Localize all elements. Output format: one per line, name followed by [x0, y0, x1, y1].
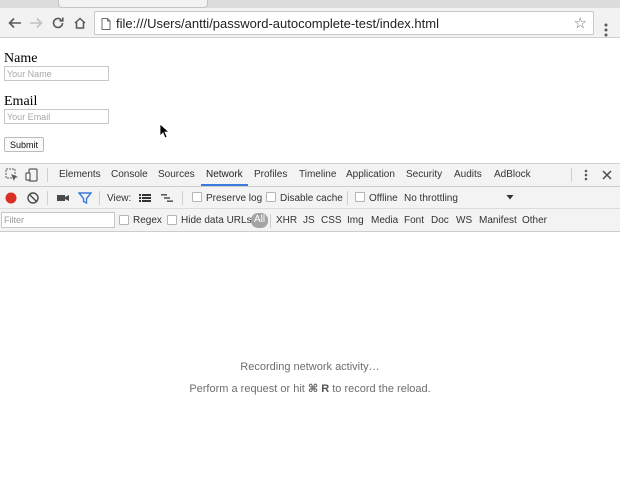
hide-data-urls-checkbox[interactable] [167, 215, 177, 225]
filter-type-manifest[interactable]: Manifest [479, 215, 517, 226]
tab-audits[interactable]: Audits [454, 169, 482, 180]
filter-type-xhr[interactable]: XHR [276, 215, 297, 226]
large-rows-icon[interactable] [138, 191, 152, 205]
network-toolbar: View: Preserve log Disable cache Offline… [0, 187, 620, 209]
forward-arrow-icon [30, 17, 43, 29]
toolbar-divider-2 [99, 191, 100, 205]
overview-waterfall-icon[interactable] [160, 191, 174, 205]
capture-screenshots-icon[interactable] [56, 191, 70, 205]
filter-type-other[interactable]: Other [522, 215, 547, 226]
tab-strip [0, 0, 620, 8]
record-icon[interactable] [4, 191, 18, 205]
email-label: Email [4, 94, 38, 109]
tab-elements[interactable]: Elements [59, 169, 101, 180]
offline-checkbox[interactable] [355, 192, 365, 202]
home-icon [74, 17, 86, 29]
preserve-log-label: Preserve log [206, 193, 263, 204]
forward-button[interactable] [27, 14, 45, 32]
toolbar-divider-3 [182, 191, 183, 205]
hide-data-urls-label: Hide data URLs [181, 215, 252, 226]
filter-type-all[interactable]: All [251, 213, 269, 228]
devtools-menu-icon[interactable] [579, 168, 593, 182]
clear-icon[interactable] [26, 191, 40, 205]
toolbar-divider-4 [347, 191, 348, 205]
submit-button[interactable]: Submit [4, 137, 45, 152]
filter-input[interactable] [1, 212, 115, 228]
back-button[interactable] [6, 14, 24, 32]
tabbar-divider-right [571, 168, 572, 182]
disable-cache-checkbox[interactable] [266, 192, 276, 202]
tab-sources[interactable]: Sources [158, 169, 195, 180]
tab-timeline[interactable]: Timeline [299, 169, 336, 180]
browser-toolbar: file:///Users/antti/password-autocomplet… [0, 8, 620, 38]
back-arrow-icon [8, 17, 21, 29]
reload-button[interactable] [49, 14, 67, 32]
filter-type-css[interactable]: CSS [321, 215, 342, 226]
reload-hint-suffix: to record the reload. [332, 383, 431, 395]
tab-network[interactable]: Network [206, 169, 243, 180]
browser-menu-icon[interactable] [600, 21, 612, 39]
filter-type-js[interactable]: JS [303, 215, 315, 226]
filter-type-ws[interactable]: WS [456, 215, 472, 226]
filter-type-img[interactable]: Img [347, 215, 364, 226]
disable-cache-label: Disable cache [280, 193, 343, 204]
address-bar[interactable]: file:///Users/antti/password-autocomplet… [94, 11, 594, 35]
recording-message: Recording network activity… [240, 361, 380, 373]
name-input[interactable] [4, 66, 109, 81]
reload-hint: Perform a request or hit ⌘ R to record t… [0, 382, 620, 395]
view-label: View: [107, 193, 132, 204]
bookmark-star-icon[interactable]: ☆ [574, 14, 587, 32]
home-button[interactable] [71, 14, 89, 32]
preserve-log-checkbox[interactable] [192, 192, 202, 202]
network-filter-bar: Regex Hide data URLs All XHR JS CSS Img … [0, 209, 620, 232]
offline-label: Offline [369, 193, 398, 204]
reload-shortcut: ⌘ R [307, 383, 330, 395]
device-toolbar-icon[interactable] [25, 168, 39, 182]
regex-label: Regex [133, 215, 162, 226]
mouse-cursor-icon [159, 123, 169, 139]
throttling-select[interactable]: No throttling [404, 193, 458, 204]
network-empty-state: Recording network activity… Perform a re… [0, 233, 620, 500]
toolbar-divider [47, 191, 48, 205]
tab-application[interactable]: Application [346, 169, 395, 180]
devtools-panel: Elements Console Sources Network Profile… [0, 163, 620, 500]
devtools-tabbar: Elements Console Sources Network Profile… [0, 164, 620, 187]
filter-divider [270, 214, 271, 228]
page-content: Name Email Submit [0, 39, 620, 162]
inspect-element-icon[interactable] [5, 168, 19, 182]
active-tab-indicator [201, 184, 248, 186]
regex-checkbox[interactable] [119, 215, 129, 225]
filter-icon[interactable] [78, 191, 92, 205]
filter-type-doc[interactable]: Doc [431, 215, 449, 226]
page-icon [101, 18, 111, 30]
email-input[interactable] [4, 109, 109, 124]
filter-type-media[interactable]: Media [371, 215, 398, 226]
filter-type-font[interactable]: Font [404, 215, 424, 226]
tab-profiles[interactable]: Profiles [254, 169, 287, 180]
close-icon[interactable] [600, 168, 614, 182]
chevron-down-icon[interactable] [505, 192, 515, 202]
url-text: file:///Users/antti/password-autocomplet… [116, 16, 439, 31]
tabbar-divider [47, 168, 48, 182]
browser-tab[interactable] [58, 0, 208, 8]
tab-console[interactable]: Console [111, 169, 148, 180]
tab-security[interactable]: Security [406, 169, 442, 180]
reload-icon [52, 17, 64, 29]
name-label: Name [4, 51, 38, 66]
reload-hint-prefix: Perform a request or hit [189, 383, 305, 395]
tab-adblock[interactable]: AdBlock [494, 169, 531, 180]
